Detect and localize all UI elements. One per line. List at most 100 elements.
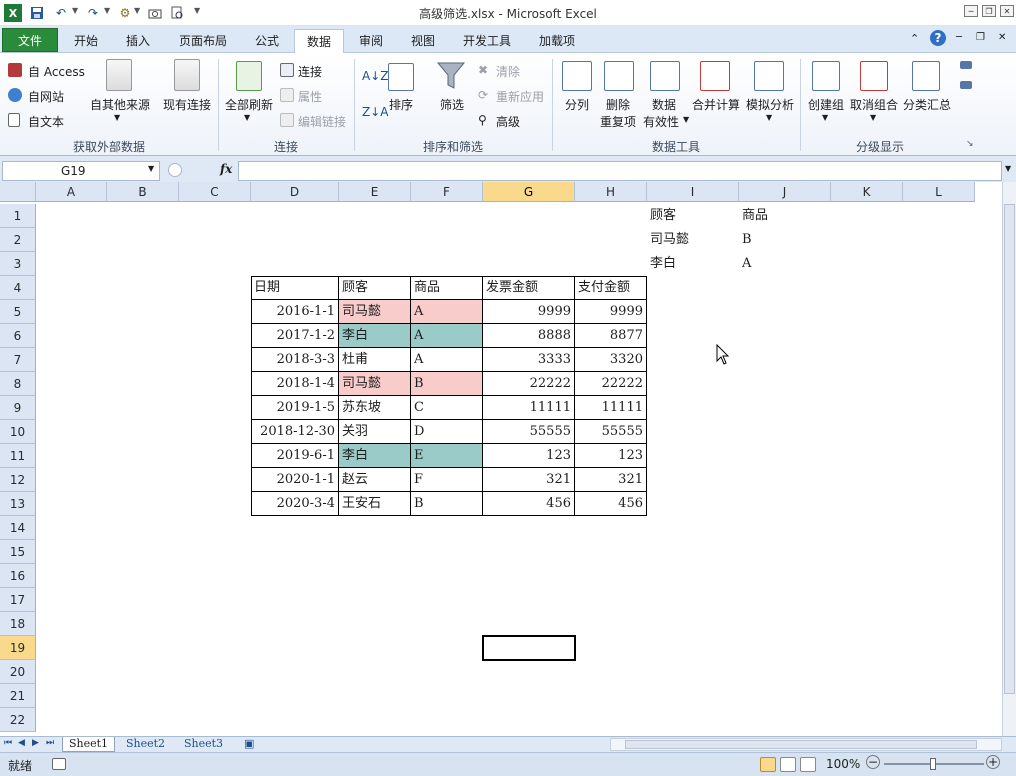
- table-cell-paid[interactable]: 3320: [575, 348, 647, 372]
- tab-home[interactable]: 开始: [62, 29, 110, 53]
- table-cell-customer[interactable]: 苏东坡: [339, 396, 411, 420]
- ribbon-collapse-icon[interactable]: ⌃: [910, 32, 919, 45]
- row-header-9[interactable]: 9: [0, 396, 36, 420]
- row-header-5[interactable]: 5: [0, 300, 36, 324]
- filter-button[interactable]: 筛选: [440, 96, 464, 113]
- table-cell-product[interactable]: E: [411, 444, 483, 468]
- table-cell-paid[interactable]: 55555: [575, 420, 647, 444]
- data-validation-button[interactable]: 数据: [652, 96, 676, 113]
- advanced-filter-button[interactable]: 高级: [496, 113, 520, 130]
- sheet-tab-sheet2[interactable]: Sheet2: [120, 737, 171, 752]
- row-header-1[interactable]: 1: [0, 204, 36, 228]
- column-header-e[interactable]: E: [339, 182, 411, 202]
- row-header-16[interactable]: 16: [0, 564, 36, 588]
- help-icon[interactable]: ?: [930, 30, 946, 46]
- table-header-cell[interactable]: 支付金额: [575, 276, 647, 300]
- what-if-analysis-button[interactable]: 模拟分析: [746, 96, 794, 113]
- table-cell-product[interactable]: B: [411, 492, 483, 516]
- criteria-cell[interactable]: 司马懿: [647, 228, 739, 252]
- table-cell-customer[interactable]: 李白: [339, 324, 411, 348]
- tab-page-layout[interactable]: 页面布局: [168, 29, 238, 53]
- table-header-cell[interactable]: 发票金额: [483, 276, 575, 300]
- vertical-scroll-thumb[interactable]: [1004, 204, 1015, 694]
- remove-duplicates-button[interactable]: 删除: [606, 96, 630, 113]
- text-to-columns-button[interactable]: 分列: [565, 96, 589, 113]
- table-cell-invoice[interactable]: 22222: [483, 372, 575, 396]
- other-sources-button[interactable]: 自其他来源: [90, 96, 150, 113]
- sheet-tab-sheet3[interactable]: Sheet3: [178, 737, 229, 752]
- page-break-view-icon[interactable]: [800, 757, 816, 772]
- last-sheet-icon[interactable]: ⏭: [46, 738, 54, 748]
- next-sheet-icon[interactable]: ▶: [32, 738, 39, 748]
- first-sheet-icon[interactable]: ⏮: [4, 738, 12, 748]
- other-sources-dropdown-icon[interactable]: ▼: [114, 113, 120, 122]
- column-header-f[interactable]: F: [411, 182, 483, 202]
- group-button[interactable]: 创建组: [808, 96, 844, 113]
- doc-minimize-icon[interactable]: ─: [956, 32, 962, 43]
- tab-data[interactable]: 数据: [294, 29, 344, 55]
- group-dropdown-icon[interactable]: ▼: [822, 113, 828, 122]
- zoom-level[interactable]: 100%: [826, 757, 860, 771]
- zoom-in-icon[interactable]: +: [986, 755, 1000, 769]
- table-header-cell[interactable]: 日期: [251, 276, 339, 300]
- table-cell-paid[interactable]: 22222: [575, 372, 647, 396]
- properties-button[interactable]: 属性: [298, 88, 322, 105]
- table-cell-paid[interactable]: 456: [575, 492, 647, 516]
- table-cell-date[interactable]: 2018-3-3: [251, 348, 339, 372]
- formula-expand-icon[interactable]: [168, 163, 182, 177]
- data-validation-dropdown-icon[interactable]: ▼: [683, 115, 689, 124]
- insert-function-icon[interactable]: fx: [220, 162, 232, 176]
- row-header-14[interactable]: 14: [0, 516, 36, 540]
- table-cell-invoice[interactable]: 123: [483, 444, 575, 468]
- insert-sheet-icon[interactable]: ▣: [244, 737, 254, 750]
- table-cell-invoice[interactable]: 55555: [483, 420, 575, 444]
- table-header-cell[interactable]: 商品: [411, 276, 483, 300]
- edit-links-button[interactable]: 编辑链接: [298, 113, 346, 130]
- macro-record-icon[interactable]: [52, 758, 66, 770]
- table-cell-paid[interactable]: 321: [575, 468, 647, 492]
- table-cell-invoice[interactable]: 321: [483, 468, 575, 492]
- page-layout-view-icon[interactable]: [780, 757, 796, 772]
- table-header-cell[interactable]: 顾客: [339, 276, 411, 300]
- refresh-all-button[interactable]: 全部刷新: [225, 96, 273, 113]
- sort-button[interactable]: 排序: [389, 96, 413, 113]
- consolidate-button[interactable]: 合并计算: [692, 96, 740, 113]
- table-cell-product[interactable]: D: [411, 420, 483, 444]
- formula-bar-expand-icon[interactable]: ▼: [1005, 164, 1011, 173]
- tab-addins[interactable]: 加载项: [528, 29, 586, 53]
- vertical-scrollbar[interactable]: [1002, 182, 1016, 736]
- sort-asc-icon[interactable]: A↓Z: [362, 69, 388, 83]
- table-cell-invoice[interactable]: 9999: [483, 300, 575, 324]
- table-cell-paid[interactable]: 9999: [575, 300, 647, 324]
- hide-detail-icon[interactable]: [960, 81, 972, 89]
- connections-button[interactable]: 连接: [298, 63, 322, 80]
- table-cell-product[interactable]: F: [411, 468, 483, 492]
- table-cell-date[interactable]: 2018-12-30: [251, 420, 339, 444]
- horizontal-scroll-thumb[interactable]: [625, 740, 977, 749]
- table-cell-customer[interactable]: 司马懿: [339, 300, 411, 324]
- table-cell-product[interactable]: B: [411, 372, 483, 396]
- worksheet-grid[interactable]: A B C D E F G H I J K L 1 2 3 4 5 6 7 8 9 10 11 12 13 14 15 16 17 18 1…: [0, 182, 1016, 736]
- outline-dialog-launcher-icon[interactable]: ↘: [966, 139, 974, 149]
- column-header-j[interactable]: J: [739, 182, 831, 202]
- table-cell-date[interactable]: 2020-1-1: [251, 468, 339, 492]
- criteria-cell[interactable]: B: [739, 228, 831, 252]
- column-header-l[interactable]: L: [903, 182, 975, 202]
- table-cell-product[interactable]: A: [411, 300, 483, 324]
- table-cell-paid[interactable]: 123: [575, 444, 647, 468]
- criteria-header-cell[interactable]: 顾客: [647, 204, 739, 228]
- row-header-8[interactable]: 8: [0, 372, 36, 396]
- table-cell-product[interactable]: A: [411, 324, 483, 348]
- table-cell-customer[interactable]: 李白: [339, 444, 411, 468]
- minimize-icon[interactable]: ─: [964, 5, 978, 17]
- column-header-b[interactable]: B: [107, 182, 179, 202]
- row-header-7[interactable]: 7: [0, 348, 36, 372]
- table-cell-customer[interactable]: 关羽: [339, 420, 411, 444]
- table-cell-date[interactable]: 2019-1-5: [251, 396, 339, 420]
- formula-input[interactable]: [238, 161, 1002, 181]
- criteria-cell[interactable]: A: [739, 252, 831, 276]
- table-cell-date[interactable]: 2016-1-1: [251, 300, 339, 324]
- sheet-tab-sheet1[interactable]: Sheet1: [62, 737, 116, 752]
- subtotal-button[interactable]: 分类汇总: [903, 96, 951, 113]
- horizontal-scrollbar[interactable]: [610, 738, 1002, 751]
